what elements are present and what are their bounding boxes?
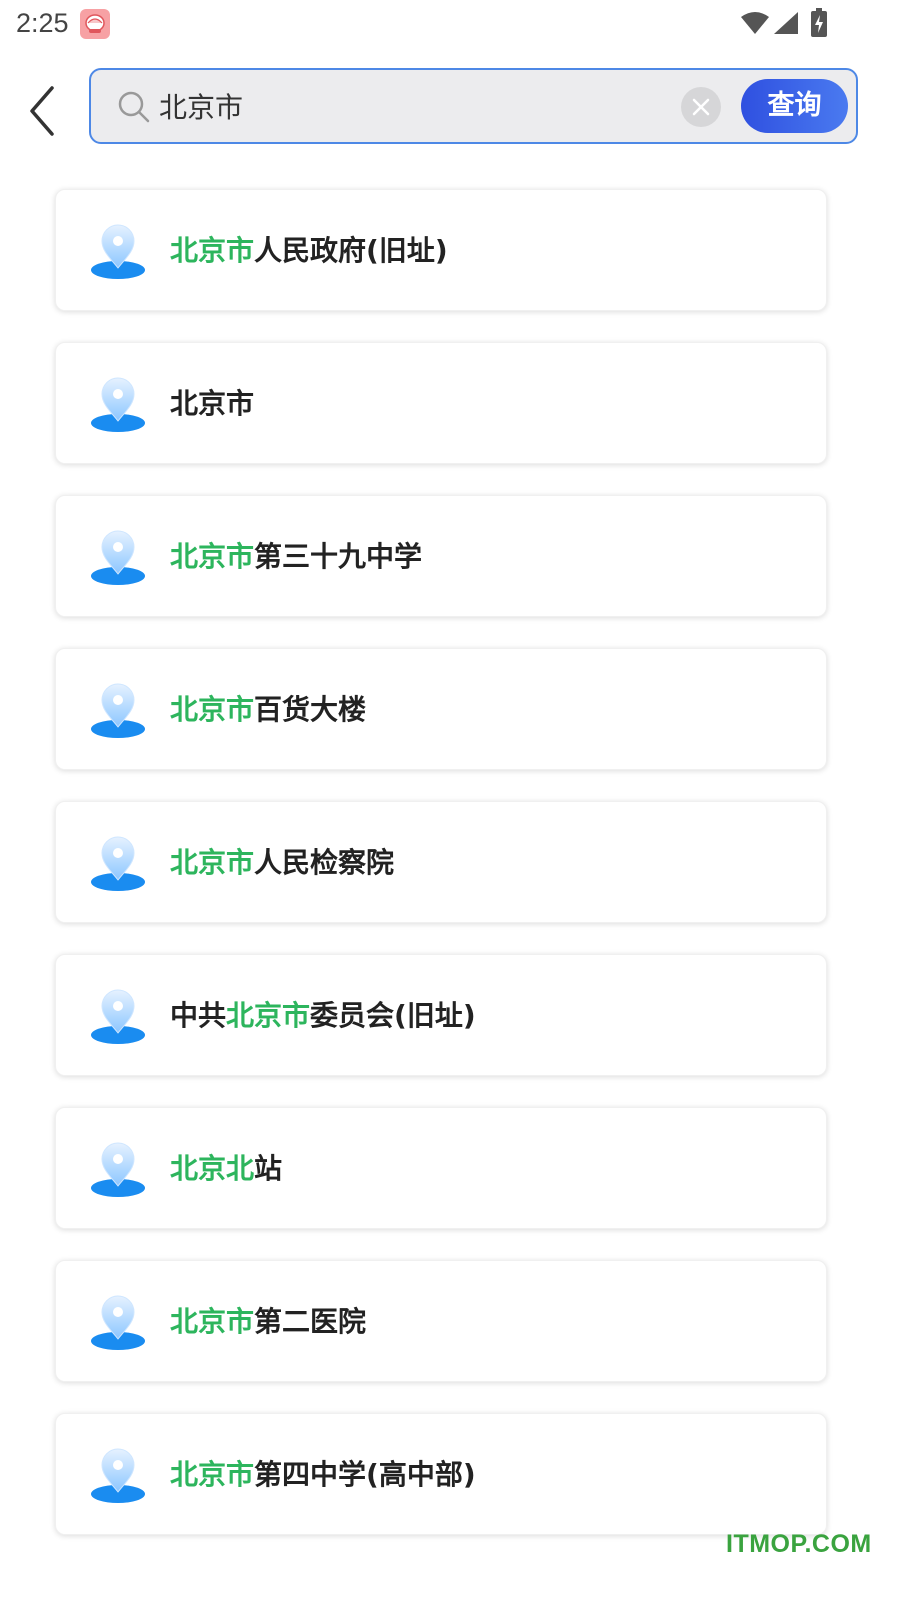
chevron-left-icon [30,86,54,136]
battery-charging-icon [811,8,827,37]
list-item[interactable]: 北京市第四中学(高中部) [55,1413,827,1535]
location-pin-icon [88,1293,148,1353]
status-time: 2:25 [16,8,69,38]
result-label: 北京市第四中学(高中部) [170,1458,476,1491]
list-item[interactable]: 北京市第二医院 [55,1260,827,1382]
location-pin-icon [88,222,148,282]
result-label: 北京市第二医院 [170,1305,367,1338]
result-label: 中共北京市委员会(旧址) [170,999,476,1032]
status-bar: 2:25 [0,0,900,50]
location-pin-icon [88,987,148,1047]
list-item[interactable]: 北京市 [55,342,827,464]
wifi-icon [741,12,769,34]
list-item[interactable]: 北京北站 [55,1107,827,1229]
location-pin-icon [88,681,148,741]
result-label: 北京市人民政府(旧址) [170,234,448,267]
result-label: 北京市百货大楼 [170,693,367,726]
list-item[interactable]: 北京市百货大楼 [55,648,827,770]
back-button[interactable] [24,84,64,138]
search-bar: 查询 [89,68,858,144]
location-pin-icon [88,1140,148,1200]
location-pin-icon [88,834,148,894]
location-pin-icon [88,528,148,588]
query-button[interactable]: 查询 [741,79,848,133]
list-item[interactable]: 北京市人民检察院 [55,801,827,923]
list-item[interactable]: 北京市人民政府(旧址) [55,189,827,311]
app-notification-icon [80,9,110,39]
location-pin-icon [88,1446,148,1506]
signal-icon [774,12,798,34]
search-input[interactable] [159,82,679,130]
location-pin-icon [88,375,148,435]
watermark: ITMOP.COM [726,1530,872,1558]
search-icon [118,91,150,123]
list-item[interactable]: 中共北京市委员会(旧址) [55,954,827,1076]
result-label: 北京市人民检察院 [170,846,395,879]
clear-button[interactable] [681,87,721,127]
result-label: 北京市第三十九中学 [170,540,423,573]
result-label: 北京北站 [170,1152,283,1185]
result-label: 北京市 [170,387,255,420]
clear-icon [692,98,710,116]
results-list: 北京市人民政府(旧址) 北京市 北京市第三十九中学 北京市百货大楼 北京市人民检… [55,189,827,1566]
list-item[interactable]: 北京市第三十九中学 [55,495,827,617]
